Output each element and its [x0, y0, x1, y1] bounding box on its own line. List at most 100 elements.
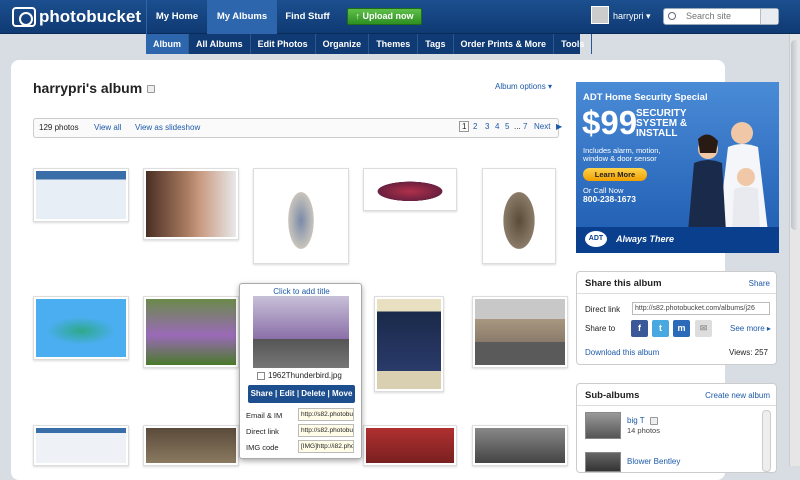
photo-thumbnail[interactable] [374, 296, 444, 392]
photo-thumbnail[interactable] [482, 168, 556, 264]
photo-thumbnail[interactable] [143, 168, 239, 240]
photo-thumbnail[interactable] [143, 425, 239, 466]
photo-thumbnail[interactable] [363, 425, 457, 466]
photo-image [366, 171, 454, 208]
select-checkbox[interactable] [257, 372, 265, 380]
slideshow-link[interactable]: View as slideshow [135, 123, 200, 132]
tab-edit-photos[interactable]: Edit Photos [251, 34, 316, 54]
photo-hover-card: Click to add title 1962Thunderbird.jpg S… [239, 283, 362, 459]
photo-thumbnail[interactable] [472, 425, 568, 466]
next-page-link[interactable]: Next [534, 122, 550, 131]
img-code-label: IMG code [246, 443, 279, 452]
photo-image [475, 299, 565, 365]
photo-image [146, 299, 236, 365]
tab-album[interactable]: Album [146, 34, 189, 54]
page-4[interactable]: 4 [495, 122, 499, 131]
direct-link-field[interactable]: http://s82.photobuc [298, 424, 354, 437]
ad-price: $99 [582, 104, 638, 141]
photobucket-logo[interactable]: photobucket [12, 6, 141, 28]
search-go-button[interactable] [760, 9, 778, 24]
search-input[interactable] [686, 11, 758, 21]
nav-find-stuff[interactable]: Find Stuff [276, 0, 338, 34]
download-album-link[interactable]: Download this album [585, 348, 659, 357]
album-options-menu[interactable]: Album options ▾ [495, 82, 552, 91]
tab-order-prints[interactable]: Order Prints & More [454, 34, 555, 54]
photo-thumbnail[interactable] [363, 168, 457, 211]
photo-filename: 1962Thunderbird.jpg [268, 371, 342, 380]
page-title: harrypri's album [33, 80, 156, 96]
subalbum-name[interactable]: big T [627, 416, 658, 425]
album-toolbar: 129 photos View all View as slideshow 1 … [33, 118, 562, 138]
scrollbar-thumb[interactable] [791, 40, 799, 230]
tab-tags[interactable]: Tags [418, 34, 454, 54]
facebook-icon[interactable]: f [631, 320, 648, 337]
photo-image [366, 428, 454, 463]
chevron-down-icon: ▾ [646, 11, 651, 21]
next-arrow-icon[interactable]: ▶ [556, 122, 562, 131]
views-count: Views: 257 [729, 348, 768, 357]
divider [577, 405, 776, 406]
add-title-link[interactable]: Click to add title [240, 287, 363, 296]
tab-tools[interactable]: Tools [554, 34, 593, 54]
twitter-icon[interactable]: t [652, 320, 669, 337]
album-thumbnail[interactable] [585, 412, 621, 439]
share-to-label: Share to [585, 324, 616, 333]
adt-advertisement[interactable]: ADT Home Security Special $99 SECURITY S… [576, 82, 779, 253]
learn-more-button[interactable]: Learn More [583, 168, 647, 181]
divider [577, 293, 776, 294]
family-photo [688, 122, 768, 232]
photo-image [146, 428, 236, 463]
lock-icon [147, 85, 156, 94]
photo-thumbnail[interactable] [253, 168, 349, 264]
email-icon[interactable]: ✉ [695, 320, 712, 337]
photo-image [475, 428, 565, 463]
page-scrollbar[interactable] [789, 34, 800, 466]
photo-image [36, 299, 126, 357]
see-more-link[interactable]: See more ▸ [730, 324, 771, 333]
photo-thumbnail[interactable] [33, 168, 129, 222]
album-thumbnail[interactable] [585, 452, 621, 472]
subalbum-name[interactable]: Blower Bentley [627, 457, 680, 466]
myspace-icon[interactable]: m [673, 320, 690, 337]
photo-image [485, 171, 553, 261]
page-5[interactable]: 5 [505, 122, 509, 131]
avatar[interactable] [591, 6, 609, 24]
page-3[interactable]: 3 [485, 122, 489, 131]
share-panel: Share this album Share Direct link http:… [576, 271, 777, 365]
sub-navigation: Album All Albums Edit Photos Organize Th… [146, 34, 593, 54]
photo-thumbnail[interactable] [33, 296, 129, 360]
photo-thumbnail[interactable] [472, 296, 568, 368]
photo-thumbnail[interactable] [143, 296, 239, 368]
photo-actions[interactable]: Share | Edit | Delete | Move [248, 385, 355, 403]
username-menu[interactable]: harrypri ▾ [613, 11, 651, 22]
share-link[interactable]: Share [749, 279, 770, 288]
search-box [663, 8, 779, 25]
direct-link-label: Direct link [585, 305, 621, 314]
upload-button[interactable]: ↑ Upload now [347, 8, 422, 25]
photo-image [377, 299, 441, 389]
page-ellipsis: ... [514, 122, 521, 131]
top-bar: photobucket My Home My Albums Find Stuff… [0, 0, 800, 34]
create-album-link[interactable]: Create new album [705, 391, 770, 400]
tab-organize[interactable]: Organize [316, 34, 370, 54]
view-all-link[interactable]: View all [94, 123, 121, 132]
tab-all-albums[interactable]: All Albums [189, 34, 251, 54]
photo-thumbnail[interactable] [33, 425, 129, 466]
email-im-label: Email & IM [246, 411, 283, 420]
page-7[interactable]: 7 [523, 122, 527, 131]
nav-my-albums[interactable]: My Albums [207, 0, 276, 34]
email-im-field[interactable]: http://s82.photobuc [298, 408, 354, 421]
nav-my-home[interactable]: My Home [146, 0, 207, 34]
tab-themes[interactable]: Themes [369, 34, 419, 54]
direct-link-field[interactable]: http://s82.photobucket.com/albums/j26 [632, 302, 770, 315]
ad-call: Or Call Now 800-238-1673 [583, 186, 636, 204]
page-2[interactable]: 2 [473, 122, 477, 131]
photo-preview[interactable] [253, 296, 349, 368]
sub-albums-scrollbar[interactable] [762, 410, 771, 472]
img-code-field[interactable]: [IMG]http://i82.phot [298, 440, 354, 453]
adt-logo: ADT [585, 231, 607, 247]
page-1[interactable]: 1 [459, 121, 470, 132]
photo-image [256, 171, 346, 261]
share-panel-title: Share this album [585, 278, 662, 289]
direct-link-label: Direct link [246, 427, 279, 436]
